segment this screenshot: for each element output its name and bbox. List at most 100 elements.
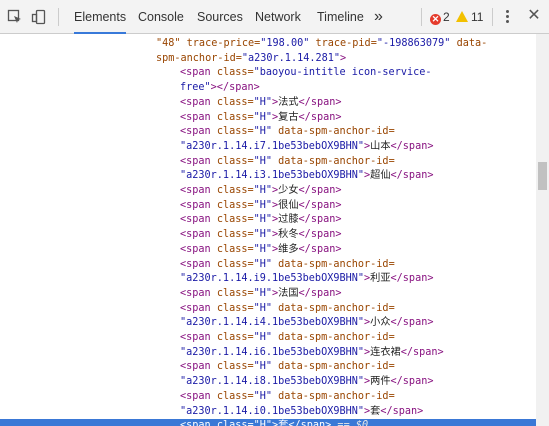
dom-node-line[interactable]: <span class="H">少女</span> (0, 184, 536, 199)
dom-node-line[interactable]: "a230r.1.14.i9.1be53bebOX9BHN">利亚</span> (0, 272, 536, 287)
scrollbar-thumb[interactable] (538, 162, 547, 190)
dom-node-line[interactable]: <span class="H" data-spm-anchor-id= (0, 331, 536, 346)
dom-node-line[interactable]: "a230r.1.14.i6.1be53bebOX9BHN">连衣裙</span… (0, 346, 536, 361)
code-token: </span> (298, 243, 342, 255)
code-token: 法式 (278, 96, 299, 108)
dom-node-line[interactable]: free"></span> (0, 81, 536, 96)
dom-node-line[interactable]: "a230r.1.14.i8.1be53bebOX9BHN">两件</span> (0, 375, 536, 390)
code-token: </span> (298, 96, 342, 108)
dom-node-line[interactable]: "a230r.1.14.i7.1be53bebOX9BHN">山本</span> (0, 140, 536, 155)
code-token: class= (216, 111, 254, 123)
code-token: class= (216, 302, 254, 314)
code-token: class= (216, 126, 254, 138)
code-token: "baoyou-intitle icon-service- (253, 67, 432, 79)
tab-elements[interactable]: Elements (74, 0, 127, 34)
code-token: data-spm-anchor-id= (272, 390, 395, 402)
dom-node-line[interactable]: "48" trace-price="198.00" trace-pid="-19… (0, 37, 536, 52)
dom-node-line[interactable]: "a230r.1.14.i4.1be53bebOX9BHN">小众</span> (0, 316, 536, 331)
code-token: class= (216, 185, 254, 196)
code-token: <span (180, 361, 217, 373)
dom-node-line[interactable]: <span class="H">秋冬</span> (0, 228, 536, 243)
code-token: class= (216, 67, 254, 79)
dom-node-line[interactable]: <span class="H">法式</span> (0, 96, 536, 111)
code-token: <span (180, 96, 217, 108)
code-token: 利亚 (370, 273, 391, 285)
code-token: "H" (253, 199, 273, 211)
code-token: "H" (253, 332, 273, 343)
tab-sources[interactable]: Sources (197, 0, 243, 34)
error-counter[interactable]: ✕ 2 (430, 10, 450, 25)
code-token: <span (180, 229, 217, 241)
code-token: <span (180, 390, 217, 402)
code-token: data- (450, 38, 488, 49)
code-token: "198.00" (260, 38, 310, 49)
code-token: class= (216, 287, 254, 299)
code-token: </span> (390, 376, 434, 388)
dom-node-line[interactable]: "a230r.1.14.i3.1be53bebOX9BHN">超仙</span> (0, 169, 536, 184)
dom-node-line[interactable]: <span class="H" data-spm-anchor-id= (0, 302, 536, 317)
dom-node-line[interactable]: <span class="baoyou-intitle icon-service… (0, 66, 536, 81)
dom-node-line[interactable]: <span class="H" data-spm-anchor-id= (0, 258, 536, 273)
code-token: <span (180, 302, 217, 314)
device-mode-icon[interactable] (31, 9, 47, 25)
tab-network[interactable]: Network (255, 0, 301, 34)
dom-tree-panel[interactable]: "48" trace-price="198.00" trace-pid="-19… (0, 34, 536, 426)
code-token: "a230r.1.14.i3.1be53bebOX9BHN" (180, 170, 365, 182)
warning-counter[interactable]: 11 (456, 10, 483, 24)
code-token: </span> (298, 185, 342, 196)
code-token: <span (180, 332, 217, 343)
dom-node-line[interactable]: <span class="H" data-spm-anchor-id= (0, 360, 536, 375)
code-token: data-spm-anchor-id= (272, 302, 395, 314)
code-token: class= (216, 361, 254, 373)
code-token: "H" (253, 111, 273, 123)
code-token: class= (216, 390, 254, 402)
code-token: class= (216, 243, 254, 255)
code-token: "H" (253, 96, 273, 108)
code-token: <span (180, 185, 217, 196)
node-actions-ellipsis[interactable]: ... (3, 419, 21, 426)
dom-node-line[interactable]: <span class="H">过膝</span> (0, 213, 536, 228)
dom-node-line[interactable]: <span class="H" data-spm-anchor-id= (0, 155, 536, 170)
dom-node-line[interactable]: <span class="H">法国</span> (0, 287, 536, 302)
devtools-toolbar: Elements Console Sources Network Timelin… (0, 0, 549, 34)
dom-node-line[interactable]: <span class="H">维多</span> (0, 243, 536, 258)
code-token: class= (216, 258, 254, 270)
code-token: "a230r.1.14.i7.1be53bebOX9BHN" (180, 140, 365, 152)
code-token: <span (180, 420, 217, 426)
code-token: "H" (253, 185, 273, 196)
code-token: class= (216, 214, 254, 226)
code-token: </span> (298, 111, 342, 123)
dom-node-selected[interactable]: ... <span class="H">套</span> == $0 (0, 419, 536, 426)
code-token: "-198863079" (376, 38, 451, 49)
dom-node-line[interactable]: "a230r.1.14.i0.1be53bebOX9BHN">套</span> (0, 405, 536, 420)
kebab-menu-icon[interactable] (502, 9, 512, 25)
code-token: data-spm-anchor-id= (272, 258, 395, 270)
code-token: "H" (253, 361, 273, 373)
code-token: 过膝 (278, 214, 299, 226)
dom-node-line[interactable]: <span class="H" data-spm-anchor-id= (0, 390, 536, 405)
code-token: > (340, 52, 347, 64)
code-token: 超仙 (370, 170, 391, 182)
code-token: <span (180, 111, 217, 123)
tab-console[interactable]: Console (138, 0, 184, 34)
dom-node-line[interactable]: spm-anchor-id="a230r.1.14.281"> (0, 52, 536, 67)
more-tabs-button[interactable]: » (374, 0, 383, 34)
code-token: class= (216, 199, 254, 211)
code-token: <span (180, 243, 217, 255)
toolbar-divider (421, 8, 422, 26)
dom-node-line[interactable]: <span class="H" data-spm-anchor-id= (0, 125, 536, 140)
vertical-scrollbar[interactable] (536, 34, 549, 426)
code-token: class= (216, 96, 254, 108)
code-token: <span (180, 199, 217, 211)
tab-timeline[interactable]: Timeline (317, 0, 364, 34)
code-token: </span> (400, 346, 444, 358)
code-token: "H" (253, 155, 273, 167)
code-token: <span (180, 214, 217, 226)
code-token: class= (216, 420, 254, 426)
close-icon[interactable]: ✕ (527, 8, 541, 24)
code-token: class= (216, 332, 254, 343)
dom-node-line[interactable]: <span class="H">很仙</span> (0, 199, 536, 214)
inspect-element-icon[interactable] (7, 9, 23, 25)
dom-node-line[interactable]: <span class="H">复古</span> (0, 111, 536, 126)
code-token: 小众 (370, 317, 391, 329)
